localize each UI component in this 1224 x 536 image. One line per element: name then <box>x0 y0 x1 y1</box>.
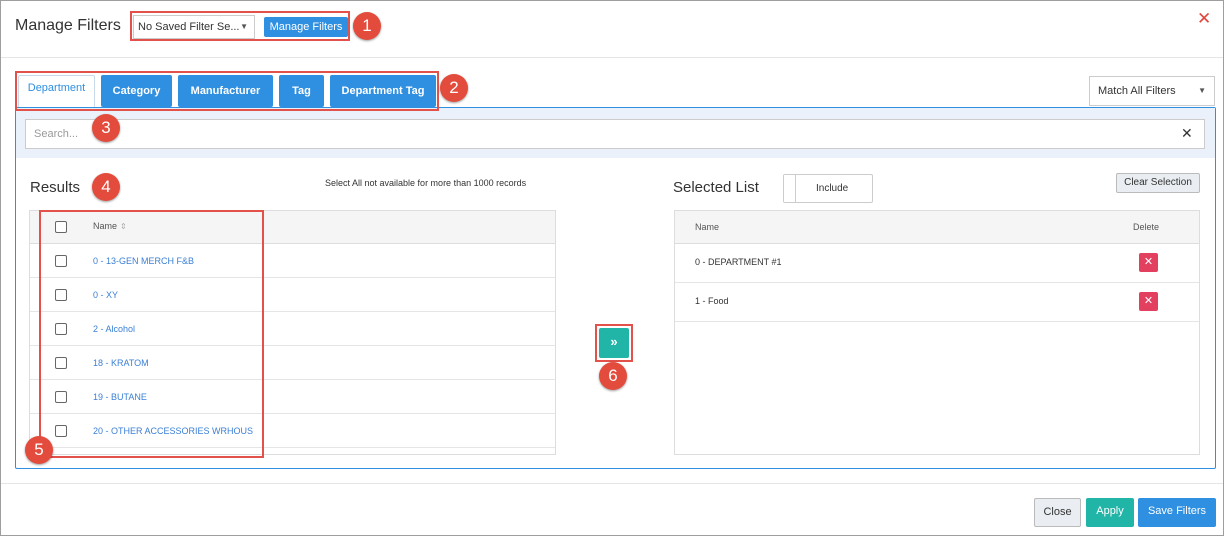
annotation-badge-3: 3 <box>92 114 120 142</box>
footer-divider <box>1 483 1223 484</box>
apply-button[interactable]: Apply <box>1086 498 1134 527</box>
tab-department-tag[interactable]: Department Tag <box>330 75 436 107</box>
selected-table: Name Delete 0 - DEPARTMENT #1 ✕ 1 - Food… <box>674 210 1200 455</box>
row-name-link[interactable]: 18 - KRATOM <box>93 358 149 368</box>
selected-row-name: 1 - Food <box>695 296 729 306</box>
table-row: 0 - XY <box>30 278 555 312</box>
match-filters-value: Match All Filters <box>1098 85 1176 97</box>
row-name-link[interactable]: 20 - OTHER ACCESSORIES WRHOUS <box>93 426 253 436</box>
save-filters-button[interactable]: Save Filters <box>1138 498 1216 527</box>
annotation-badge-4: 4 <box>92 173 120 201</box>
manage-filters-button[interactable]: Manage Filters <box>264 17 348 37</box>
table-row: 18 - KRATOM <box>30 346 555 380</box>
row-checkbox[interactable] <box>55 255 67 267</box>
selected-row-name: 0 - DEPARTMENT #1 <box>695 257 782 267</box>
double-chevron-right-icon: » <box>610 334 618 349</box>
table-row: 20 - OTHER ACCESSORIES WRHOUS <box>30 414 555 448</box>
include-toggle-label: Include <box>816 183 849 194</box>
modal-title: Manage Filters <box>15 17 121 34</box>
table-row: 1 - Food ✕ <box>675 283 1199 322</box>
include-toggle[interactable]: Include <box>783 174 873 203</box>
row-checkbox[interactable] <box>55 357 67 369</box>
tab-tag[interactable]: Tag <box>279 75 324 107</box>
match-filters-select[interactable]: Match All Filters ▼ <box>1089 76 1215 106</box>
name-column-label: Name <box>93 221 118 231</box>
tab-manufacturer[interactable]: Manufacturer <box>178 75 273 107</box>
annotation-badge-2: 2 <box>440 74 468 102</box>
selected-table-header: Name Delete <box>675 211 1199 244</box>
table-row: 0 - DEPARTMENT #1 ✕ <box>675 244 1199 283</box>
modal-header: Manage Filters No Saved Filter Se... ▼ M… <box>1 1 1223 58</box>
annotation-badge-5: 5 <box>25 436 53 464</box>
clear-icon[interactable]: ✕ <box>1181 125 1193 142</box>
close-icon: ✕ <box>1143 256 1154 268</box>
delete-button[interactable]: ✕ <box>1139 253 1158 272</box>
search-input[interactable]: Search... <box>25 119 1205 149</box>
close-button[interactable]: Close <box>1034 498 1081 527</box>
name-column-header[interactable]: Name ⇕ <box>93 221 127 231</box>
delete-button[interactable]: ✕ <box>1139 292 1158 311</box>
row-name-link[interactable]: 2 - Alcohol <box>93 324 135 334</box>
caret-down-icon: ▼ <box>1198 86 1206 95</box>
saved-filter-select-value: No Saved Filter Se... <box>138 21 240 33</box>
results-table-header: Name ⇕ <box>30 211 555 244</box>
selected-delete-header: Delete <box>1133 222 1160 232</box>
saved-filter-select[interactable]: No Saved Filter Se... ▼ <box>133 15 255 39</box>
sort-icon: ⇕ <box>120 222 127 231</box>
select-all-note: Select All not available for more than 1… <box>325 178 527 188</box>
tab-department[interactable]: Department <box>18 75 95 108</box>
selected-name-header: Name <box>695 222 720 232</box>
table-row: 19 - BUTANE <box>30 380 555 414</box>
selected-list-title: Selected List <box>673 179 759 196</box>
annotation-badge-1: 1 <box>353 12 381 40</box>
manage-filters-modal: Manage Filters No Saved Filter Se... ▼ M… <box>0 0 1224 536</box>
select-all-checkbox[interactable] <box>55 221 67 233</box>
close-icon: ✕ <box>1143 295 1154 307</box>
move-to-selected-button[interactable]: » <box>599 328 629 358</box>
row-checkbox[interactable] <box>55 289 67 301</box>
annotation-badge-6: 6 <box>599 362 627 390</box>
row-name-link[interactable]: 19 - BUTANE <box>93 392 147 402</box>
row-name-link[interactable]: 0 - 13-GEN MERCH F&B <box>93 256 194 266</box>
row-name-link[interactable]: 0 - XY <box>93 290 118 300</box>
row-checkbox[interactable] <box>55 323 67 335</box>
close-icon[interactable]: ✕ <box>1197 10 1211 28</box>
toggle-knob <box>784 175 796 202</box>
table-row: 0 - 13-GEN MERCH F&B <box>30 244 555 278</box>
table-row: 2 - Alcohol <box>30 312 555 346</box>
clear-selection-button[interactable]: Clear Selection <box>1116 173 1200 193</box>
results-table: Name ⇕ 0 - 13-GEN MERCH F&B 0 - XY 2 - Al… <box>29 210 556 455</box>
caret-down-icon: ▼ <box>240 22 248 31</box>
results-title: Results <box>30 179 81 196</box>
row-checkbox[interactable] <box>55 425 67 437</box>
row-checkbox[interactable] <box>55 391 67 403</box>
tab-category[interactable]: Category <box>101 75 172 107</box>
